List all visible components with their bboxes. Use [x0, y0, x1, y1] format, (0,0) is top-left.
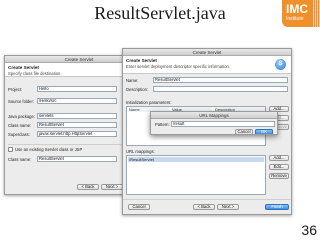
- bottom-class-name-field[interactable]: ResultServlet: [37, 156, 117, 162]
- logo-stripe: [313, 0, 320, 27]
- back-window-title: Create Servlet: [64, 57, 94, 62]
- bottom-class-name-label: Class name:: [8, 157, 32, 162]
- url-mappings-ok-button[interactable]: OK: [255, 129, 273, 134]
- front-back-button[interactable]: < Back: [193, 204, 215, 210]
- source-folder-field[interactable]: /Hello/src: [37, 98, 117, 104]
- wizard-s-icon: S: [275, 59, 286, 70]
- pattern-label: Pattern:: [155, 122, 170, 127]
- class-name-label: Class name:: [8, 123, 32, 128]
- back-window-next-button[interactable]: Next >: [101, 184, 123, 190]
- class-name-field[interactable]: ResultServlet: [37, 122, 117, 128]
- front-window-titlebar: Create Servlet: [123, 49, 291, 56]
- slide-title: ResultServlet.java: [94, 3, 226, 23]
- front-name-field[interactable]: ResultServlet: [153, 77, 288, 83]
- front-footer-separator: [123, 199, 291, 200]
- project-field[interactable]: Hello: [37, 86, 117, 92]
- front-banner-heading: Create Servlet: [126, 58, 157, 63]
- front-finish-button[interactable]: Finish: [265, 204, 289, 210]
- front-description-field[interactable]: [153, 86, 288, 92]
- source-folder-label: Source folder:: [8, 99, 35, 104]
- front-cancel-button[interactable]: Cancel: [128, 204, 150, 210]
- page-number: 36: [301, 222, 317, 238]
- java-package-field[interactable]: servlets: [37, 113, 117, 119]
- url-mappings-label: URL mappings:: [126, 149, 155, 154]
- url-mappings-title: URL Mappings: [199, 113, 229, 118]
- logo-sub-text: Institute: [286, 16, 304, 22]
- front-window-title: Create Servlet: [192, 50, 222, 55]
- init-params-label: Initialization parameters:: [126, 100, 172, 105]
- project-label: Project:: [8, 87, 23, 92]
- front-name-label: Name:: [126, 78, 139, 83]
- front-window-banner: Create Servlet Enter servlet deployment …: [123, 56, 291, 74]
- url-edit-button[interactable]: Edit...: [269, 164, 289, 170]
- back-banner-description: Specify class file destination.: [8, 71, 62, 76]
- url-mappings-cancel-button[interactable]: Cancel: [235, 129, 253, 134]
- imc-institute-logo: IMC Institute: [282, 0, 320, 27]
- pattern-input[interactable]: /result: [171, 121, 275, 127]
- url-mappings-dialog: URL Mappings Pattern: /result Cancel OK: [150, 111, 278, 135]
- superclass-label: Superclass:: [8, 132, 30, 137]
- use-existing-class-checkbox[interactable]: [8, 147, 13, 152]
- url-mapping-row[interactable]: /ResultServlet: [128, 157, 264, 162]
- url-add-button[interactable]: Add...: [269, 155, 289, 161]
- back-window-back-button[interactable]: < Back: [77, 184, 99, 190]
- use-existing-class-label: Use an existing Servlet class or JSP: [15, 147, 83, 152]
- back-banner-heading: Create Servlet: [8, 65, 39, 70]
- url-remove-button[interactable]: Remove: [269, 173, 289, 179]
- url-mappings-list[interactable]: /ResultServlet: [126, 155, 266, 195]
- superclass-field[interactable]: javax.servlet.http.HttpServlet: [37, 131, 117, 137]
- front-next-button[interactable]: Next >: [217, 204, 239, 210]
- url-mappings-titlebar: URL Mappings: [151, 112, 277, 119]
- front-description-label: Description:: [126, 87, 149, 92]
- java-package-label: Java package:: [8, 114, 36, 119]
- logo-main-text: IMC: [286, 2, 308, 16]
- front-banner-description: Enter servlet deployment descriptor spec…: [126, 64, 231, 69]
